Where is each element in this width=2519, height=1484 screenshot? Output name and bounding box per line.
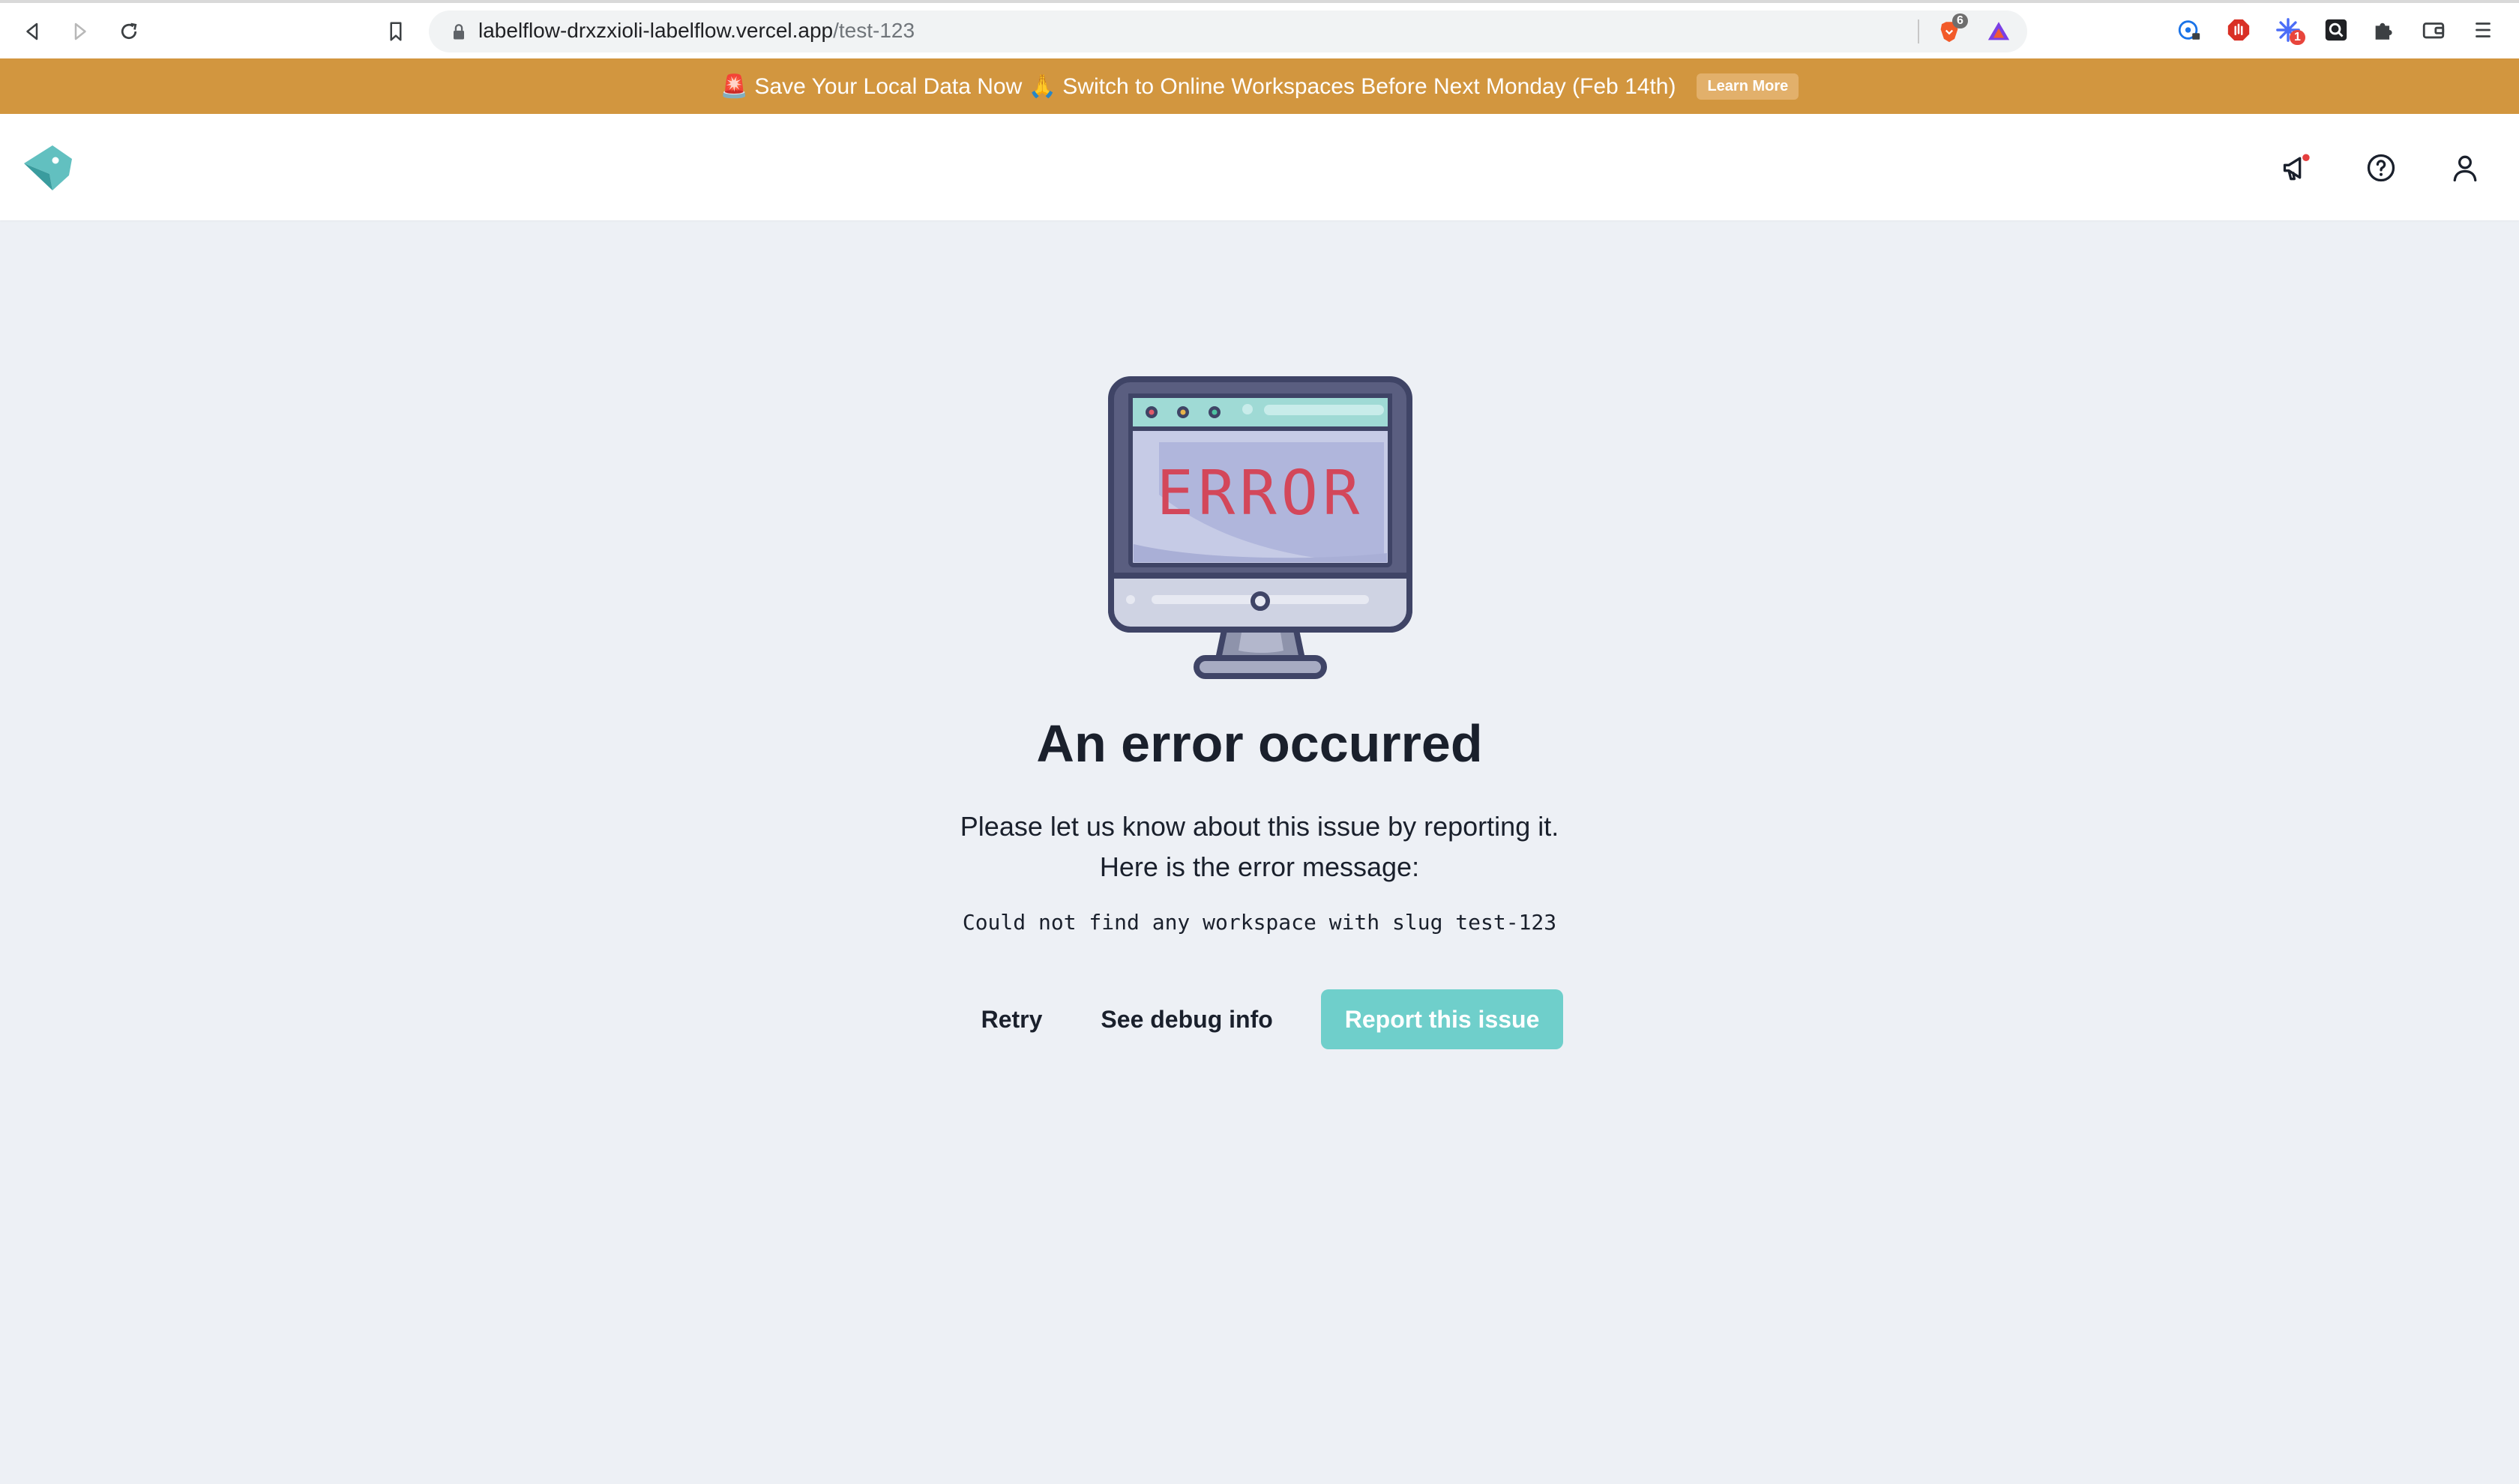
see-debug-info-button[interactable]: See debug info (1075, 989, 1298, 1049)
error-monitor-illustration: ERROR (1108, 376, 1412, 679)
back-button[interactable] (15, 13, 51, 49)
user-icon (2453, 155, 2477, 182)
browser-toolbar: labelflow-drxzxioli-labelflow.vercel.app… (0, 0, 2519, 59)
app-header (0, 114, 2519, 220)
password-manager-icon (2178, 20, 2200, 40)
extension-search-button[interactable] (2321, 15, 2351, 45)
error-description-line-1: Please let us know about this issue by r… (960, 811, 1559, 842)
retry-button[interactable]: Retry (956, 989, 1068, 1049)
back-arrow-icon (26, 22, 38, 40)
bookmark-icon (390, 22, 402, 41)
extensions-menu-button[interactable] (2369, 15, 2399, 45)
illustration-error-text: ERROR (1157, 458, 1364, 529)
report-issue-button[interactable]: Report this issue (1320, 989, 1564, 1049)
extension-notification-count: 1 (2290, 30, 2305, 45)
error-title: An error occurred (1036, 714, 1483, 773)
help-button[interactable] (2360, 147, 2402, 189)
error-message-code: Could not find any workspace with slug t… (962, 910, 1557, 935)
extension-adblock-button[interactable] (2224, 15, 2254, 45)
whats-new-button[interactable] (2276, 147, 2318, 189)
tab-strip-edge (0, 0, 2519, 3)
forward-button[interactable] (61, 13, 97, 49)
reload-button[interactable] (111, 13, 147, 49)
reload-icon (121, 22, 137, 40)
lock-icon (454, 24, 464, 40)
url-path: /test-123 (833, 19, 915, 42)
banner-message: 🚨 Save Your Local Data Now 🙏 Switch to O… (720, 73, 1676, 99)
error-description-line-2: Here is the error message: (1099, 851, 1420, 882)
error-actions: Retry See debug info Report this issue (0, 989, 2519, 1049)
brave-rewards-icon (1987, 22, 2010, 40)
url-host: labelflow-drxzxioli-labelflow.vercel.app (478, 19, 834, 42)
wallet-button[interactable] (2419, 15, 2449, 45)
brave-rewards-button[interactable] (1985, 18, 2012, 45)
help-icon (2367, 154, 2395, 182)
puzzle-piece-icon (2375, 22, 2392, 40)
address-bar[interactable]: labelflow-drxzxioli-labelflow.vercel.app… (429, 10, 2027, 52)
address-bar-divider (1918, 19, 1919, 43)
error-description: Please let us know about this issue by r… (0, 806, 2519, 887)
magnifier-box-icon (2325, 19, 2347, 41)
megaphone-icon (2283, 154, 2310, 181)
brave-shields-button[interactable]: 6 (1936, 13, 1968, 45)
url-text[interactable]: labelflow-drxzxioli-labelflow.vercel.app… (478, 19, 915, 43)
extension-sparkle-button[interactable]: 1 (2273, 15, 2305, 45)
wallet-icon (2422, 22, 2445, 39)
logo-icon[interactable] (22, 142, 75, 193)
bookmark-button[interactable] (378, 13, 414, 49)
hamburger-menu-icon (2476, 22, 2491, 37)
extension-password-button[interactable] (2174, 15, 2204, 45)
browser-menu-button[interactable] (2468, 15, 2498, 45)
forward-arrow-icon (74, 22, 86, 40)
brave-shields-count: 6 (1952, 13, 1968, 28)
learn-more-button[interactable]: Learn More (1697, 73, 1799, 100)
user-menu-button[interactable] (2444, 147, 2486, 189)
stop-hand-icon (2227, 19, 2250, 41)
announcement-banner: 🚨 Save Your Local Data Now 🙏 Switch to O… (0, 58, 2519, 114)
